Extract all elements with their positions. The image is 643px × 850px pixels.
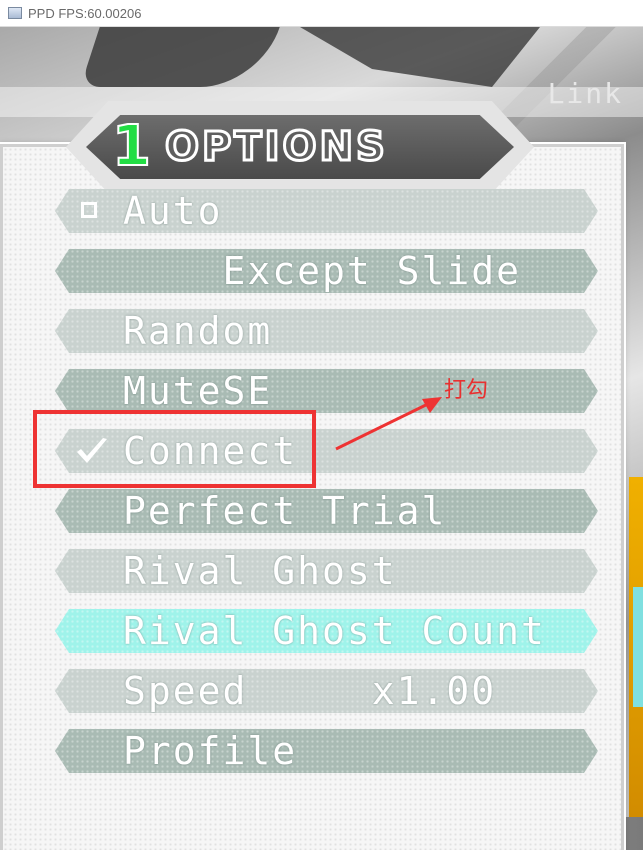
- app-window-icon: [8, 7, 22, 19]
- menu-item-label: Random: [123, 309, 273, 353]
- menu-item-label: Rival Ghost: [123, 549, 397, 593]
- menu-item-label: Rival Ghost Count: [123, 609, 546, 653]
- menu-item-except-slide[interactable]: Except Slide: [55, 249, 598, 293]
- menu-item-label: Speed x1.00: [123, 669, 497, 713]
- annotation-text: 打勾: [444, 378, 489, 403]
- window-title-bar: PPD FPS:60.00206: [0, 0, 643, 27]
- menu-item-label: Profile: [123, 729, 298, 773]
- window-title: PPD FPS:60.00206: [28, 5, 142, 21]
- menu-item-mutese[interactable]: MuteSE: [55, 369, 598, 413]
- menu-item-label: Perfect Trial: [123, 489, 447, 533]
- annotation-highlight-box: [33, 410, 316, 488]
- menu-item-profile[interactable]: Profile: [55, 729, 598, 773]
- game-viewport: Link 1 OPTIONS Auto Except Slide Random …: [0, 27, 643, 850]
- menu-item-auto[interactable]: Auto: [55, 189, 598, 233]
- checkbox-empty-icon: [81, 202, 97, 218]
- menu-item-speed[interactable]: Speed x1.00: [55, 669, 598, 713]
- menu-item-rival-ghost[interactable]: Rival Ghost: [55, 549, 598, 593]
- menu-item-label: Auto: [123, 189, 223, 233]
- menu-item-rival-ghost-count[interactable]: Rival Ghost Count: [55, 609, 598, 653]
- menu-item-random[interactable]: Random: [55, 309, 598, 353]
- menu-item-label: MuteSE: [123, 369, 273, 413]
- menu-item-label: Except Slide: [123, 249, 522, 293]
- annotation-arrow-icon: [335, 397, 442, 451]
- menu-item-perfect-trial[interactable]: Perfect Trial: [55, 489, 598, 533]
